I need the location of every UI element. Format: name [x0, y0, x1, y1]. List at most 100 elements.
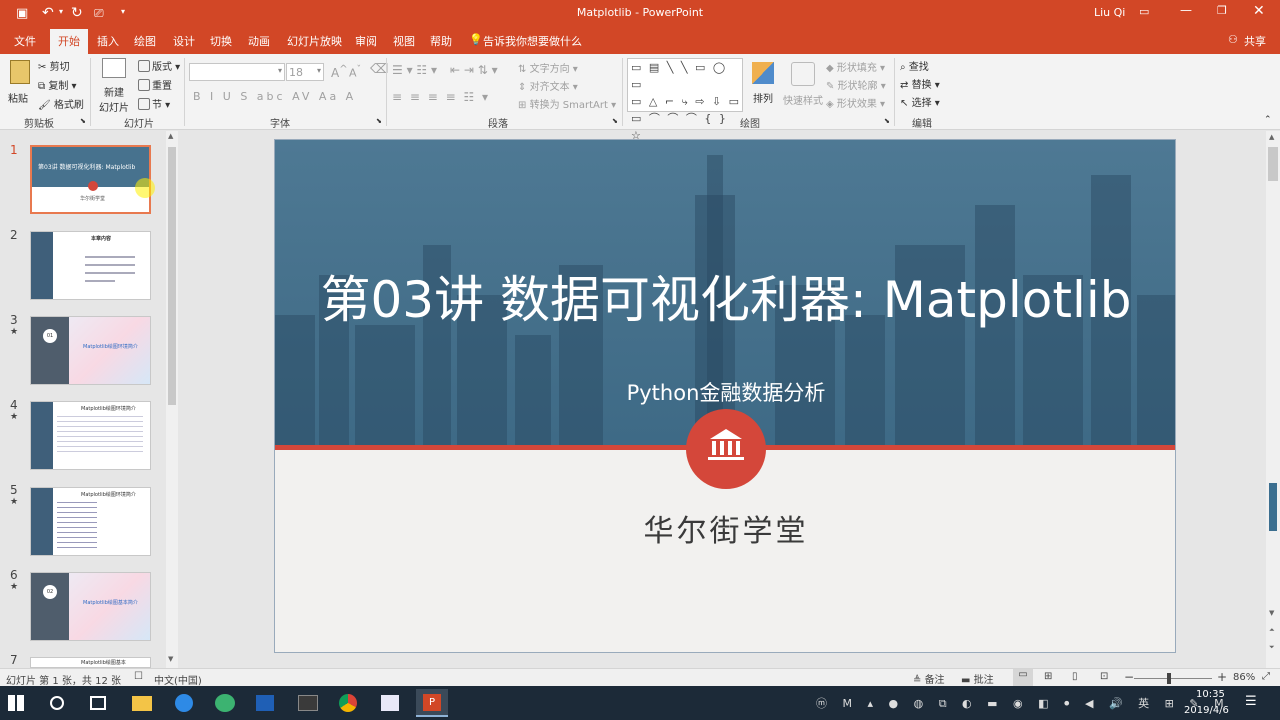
- font-format-buttons[interactable]: B I U S abc AV Aa A: [193, 90, 356, 103]
- thumbnail-slide-7[interactable]: Matplotlib绘图基本: [30, 657, 151, 668]
- shrink-font-icon[interactable]: Aˇ: [349, 64, 361, 80]
- cut-button[interactable]: ✂ 剪切: [38, 58, 70, 73]
- task-view-icon[interactable]: [90, 696, 106, 710]
- reset-button[interactable]: 重置: [138, 77, 172, 92]
- user-name[interactable]: Liu Qi: [1094, 6, 1125, 19]
- terminal-icon[interactable]: [298, 695, 318, 711]
- undo-icon[interactable]: ↶: [42, 5, 54, 21]
- clipboard-launcher-icon[interactable]: ⬊: [80, 117, 86, 125]
- zoom-slider-thumb[interactable]: [1167, 673, 1171, 684]
- minimize-icon[interactable]: —: [1180, 3, 1192, 17]
- customize-qat-icon[interactable]: ▾: [121, 7, 125, 16]
- thumbnail-slide-2[interactable]: 本章内容: [30, 231, 151, 300]
- grow-font-icon[interactable]: A^: [331, 64, 348, 80]
- thumbnail-slide-1[interactable]: 第03讲 数据可视化利器: Matplotlib 华尔街学堂: [30, 145, 151, 214]
- shapes-gallery[interactable]: ▭ ▤ ╲ ╲ ▭ ◯ ▭ ▭ △ ⌐ ⤷ ⇨ ⇩ ▭ ▭ ⌒ ⌒ ⌒ { } …: [627, 58, 743, 142]
- replace-button[interactable]: ⇄ 替换 ▾: [900, 76, 940, 91]
- paragraph-launcher-icon[interactable]: ⬊: [612, 117, 618, 125]
- thumbnail-slide-5[interactable]: Matplotlib绘图环境简介: [30, 487, 151, 556]
- tab-design[interactable]: 设计: [173, 33, 195, 49]
- slide-canvas[interactable]: 第03讲 数据可视化利器: Matplotlib Python金融数据分析 华尔…: [274, 139, 1176, 653]
- select-button[interactable]: ↖ 选择 ▾: [900, 94, 940, 109]
- arrange-button[interactable]: 排列: [750, 58, 776, 105]
- shape-outline-button[interactable]: ✎ 形状轮廓 ▾: [826, 77, 886, 92]
- text-direction-button[interactable]: ⇅ 文字方向 ▾: [518, 60, 578, 75]
- tab-file[interactable]: 文件: [14, 33, 36, 49]
- shape-fill-button[interactable]: ◆ 形状填充 ▾: [826, 59, 885, 74]
- slide-title[interactable]: 第03讲 数据可视化利器: Matplotlib: [275, 260, 1175, 332]
- quick-styles-button[interactable]: 快速样式: [780, 58, 826, 107]
- slide-sorter-icon[interactable]: ⊞: [1044, 671, 1052, 682]
- font-size-select[interactable]: 18 ▾: [286, 63, 324, 81]
- undo-dropdown-icon[interactable]: ▾: [59, 7, 63, 16]
- drawing-launcher-icon[interactable]: ⬊: [884, 117, 890, 125]
- tab-slideshow[interactable]: 幻灯片放映: [287, 33, 342, 49]
- tab-animations[interactable]: 动画: [248, 33, 270, 49]
- clock-date[interactable]: 2019/4/6: [1184, 705, 1229, 716]
- save-icon[interactable]: ▣: [16, 6, 28, 21]
- redo-icon[interactable]: ↻: [71, 5, 83, 21]
- zoom-in-icon[interactable]: +: [1217, 670, 1227, 684]
- file-explorer-icon[interactable]: [132, 696, 152, 711]
- align-text-button[interactable]: ⇕ 对齐文本 ▾: [518, 78, 578, 93]
- tell-me-input[interactable]: 告诉我你想要做什么: [483, 33, 582, 49]
- section-button[interactable]: 节 ▾: [138, 96, 170, 111]
- paste-button[interactable]: 粘贴: [8, 58, 32, 108]
- slideshow-view-icon[interactable]: ⊡: [1100, 671, 1108, 682]
- normal-view-icon[interactable]: ▭: [1013, 669, 1033, 686]
- tab-draw[interactable]: 绘图: [134, 33, 156, 49]
- thumbnail-slide-3[interactable]: 01 Matplotlib绘图环境简介: [30, 316, 151, 385]
- zoom-out-icon[interactable]: −: [1124, 670, 1134, 684]
- slide-subtitle[interactable]: Python金融数据分析: [275, 377, 1175, 407]
- smartart-button[interactable]: ⊞ 转换为 SmartArt ▾: [518, 96, 616, 111]
- fit-slide-icon[interactable]: ⤢: [1262, 671, 1270, 682]
- wechat-icon[interactable]: [215, 694, 235, 712]
- tab-home[interactable]: 开始: [50, 29, 88, 54]
- close-icon[interactable]: ✕: [1253, 3, 1265, 19]
- tab-view[interactable]: 视图: [393, 33, 415, 49]
- font-name-select[interactable]: ▾: [189, 63, 285, 81]
- bullets-icon[interactable]: ☰ ▾ ☷ ▾: [392, 63, 437, 77]
- thumbnail-slide-4[interactable]: Matplotlib绘图环境简介: [30, 401, 151, 470]
- thumbnail-scrollbar[interactable]: ▲ ▼: [166, 131, 178, 668]
- share-button[interactable]: 共享: [1244, 33, 1266, 49]
- slides-group-label: 幻灯片: [124, 119, 154, 130]
- zoom-slider[interactable]: [1134, 673, 1212, 684]
- reading-view-icon[interactable]: ▯: [1072, 671, 1078, 682]
- find-button[interactable]: ⌕ 查找: [900, 58, 929, 73]
- comments-button[interactable]: ▬ 批注: [961, 671, 994, 686]
- clock-time[interactable]: 10:35: [1196, 689, 1225, 700]
- shape-effects-button[interactable]: ◈ 形状效果 ▾: [826, 95, 885, 110]
- tab-insert[interactable]: 插入: [97, 33, 119, 49]
- zoom-level[interactable]: 86%: [1233, 672, 1255, 683]
- layout-button[interactable]: 版式 ▾: [138, 58, 180, 73]
- indent-icons[interactable]: ⇤ ⇥ ⇅ ▾: [450, 63, 498, 77]
- format-painter-button[interactable]: 🖌 格式刷: [38, 96, 84, 111]
- tray-icons[interactable]: ⓜ M ▴ ● ◍ ⧉ ◐ ▬ ◉ ◧ ⏺ ◀ 🔊 英 ⊞ ✎ M: [816, 695, 1230, 711]
- slide-scrollbar[interactable]: ▲ ▼ ⏶ ⏷: [1266, 131, 1280, 668]
- font-launcher-icon[interactable]: ⬊: [376, 117, 382, 125]
- search-icon[interactable]: [50, 696, 64, 710]
- collapse-ribbon-icon[interactable]: ⌃: [1264, 115, 1272, 125]
- powerpoint-taskbar-icon[interactable]: P: [416, 689, 448, 717]
- edge-icon[interactable]: [175, 694, 193, 712]
- chrome-icon[interactable]: [339, 694, 357, 712]
- notes-button[interactable]: ≜ 备注: [913, 671, 945, 686]
- language-indicator[interactable]: 中文(中国): [154, 672, 202, 687]
- align-buttons[interactable]: ≡ ≡ ≡ ≡ ☷ ▾: [392, 90, 490, 104]
- ribbon-display-icon[interactable]: ▭: [1139, 5, 1149, 18]
- maximize-icon[interactable]: ❐: [1217, 4, 1227, 17]
- new-slide-button[interactable]: 新建 幻灯片: [96, 58, 132, 114]
- powershell-icon[interactable]: [256, 695, 274, 711]
- copy-button[interactable]: ⧉ 复制 ▾: [38, 77, 77, 92]
- vscode-icon[interactable]: [381, 695, 399, 711]
- notification-icon[interactable]: ☰: [1245, 694, 1257, 709]
- brand-name[interactable]: 华尔街学堂: [275, 506, 1175, 550]
- thumbnail-slide-6[interactable]: 02 Matplotlib绘图基本简介: [30, 572, 151, 641]
- tab-transitions[interactable]: 切换: [210, 33, 232, 49]
- windows-start-icon[interactable]: [8, 695, 24, 711]
- presenter-icon[interactable]: ⎚: [94, 6, 104, 21]
- spellcheck-icon[interactable]: ☐: [134, 671, 143, 682]
- tab-help[interactable]: 帮助: [430, 33, 452, 49]
- tab-review[interactable]: 审阅: [355, 33, 377, 49]
